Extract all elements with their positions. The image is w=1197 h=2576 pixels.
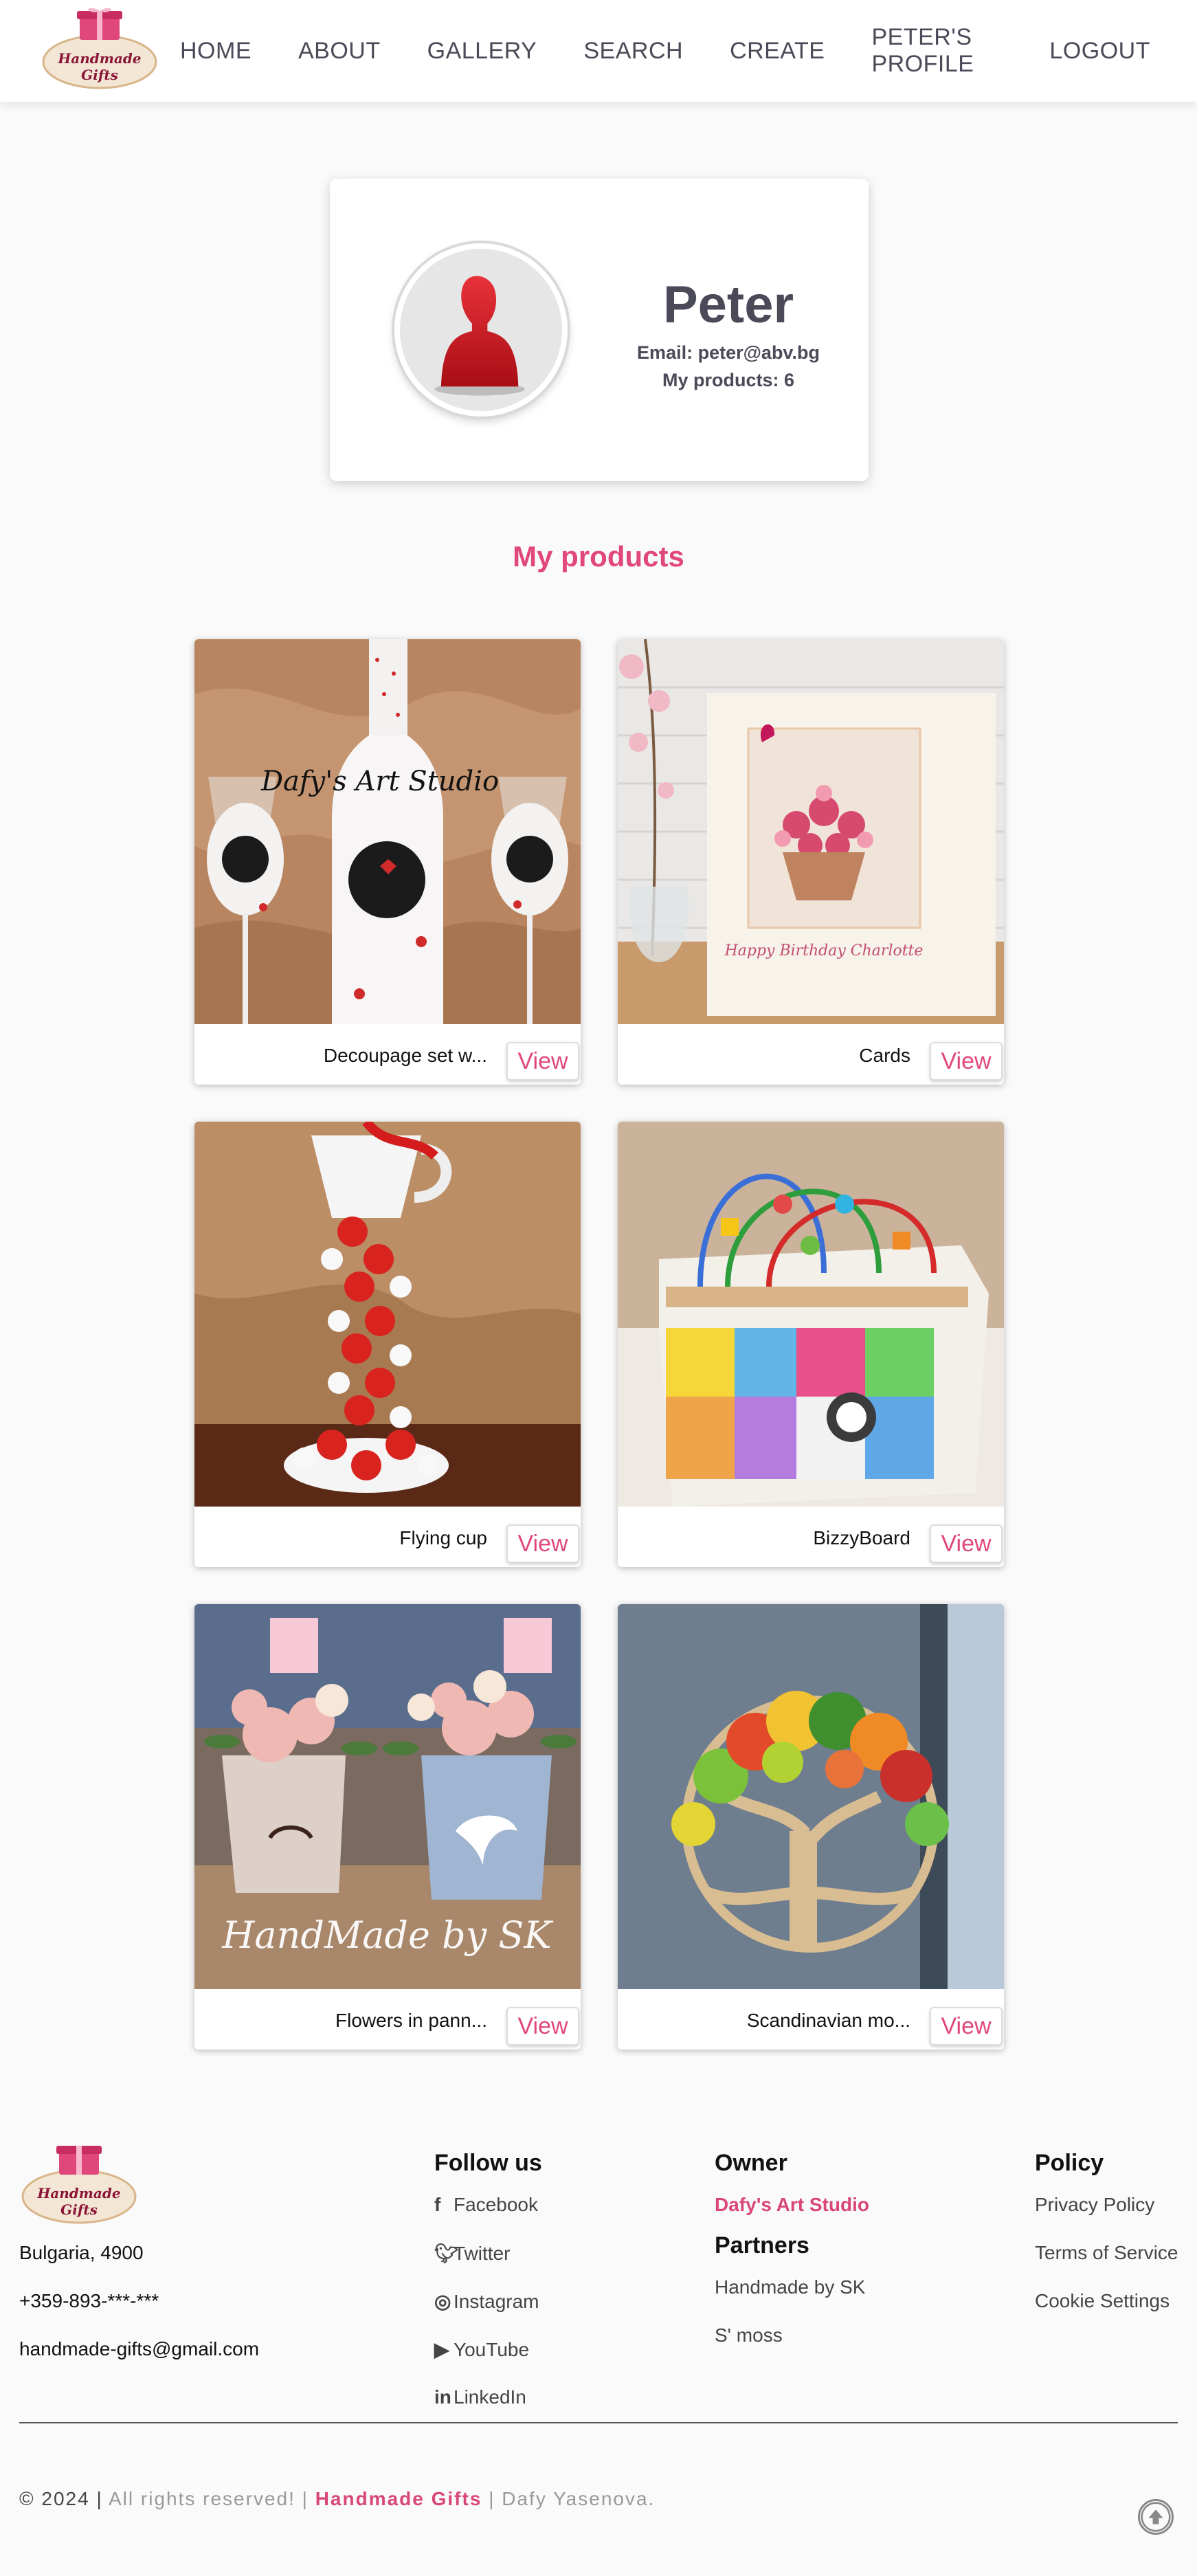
profile-card: Peter Email: peter@abv.bg My products: 6	[330, 179, 869, 481]
cookie-settings-link[interactable]: Cookie Settings	[1035, 2290, 1170, 2312]
nav-logout[interactable]: LOGOUT	[1049, 38, 1150, 65]
owner-heading: Owner	[715, 2150, 787, 2176]
avatar	[394, 243, 568, 417]
view-button[interactable]: View	[930, 2007, 1003, 2045]
product-card: HandMade by SK Flowers in pann... View	[194, 1604, 581, 2050]
svg-text:Gifts: Gifts	[60, 2201, 98, 2218]
svg-text:Happy Birthday Charlotte: Happy Birthday Charlotte	[724, 942, 924, 959]
footer-phone: +359-893-***-***	[19, 2290, 159, 2311]
nav-about[interactable]: ABOUT	[298, 38, 381, 65]
section-title: My products	[513, 540, 684, 573]
facebook-link[interactable]: f Facebook	[434, 2194, 538, 2216]
svg-text:Handmade: Handmade	[57, 50, 141, 67]
svg-text:HandMade by SK: HandMade by SK	[221, 1913, 553, 1957]
copyright: © 2024 | All rights reserved! | Handmade…	[19, 2488, 656, 2509]
view-button[interactable]: View	[930, 1524, 1003, 1563]
product-title: Cards	[859, 1045, 910, 1066]
view-button[interactable]: View	[506, 2007, 579, 2045]
partner-link[interactable]: Handmade by SK	[715, 2276, 865, 2298]
facebook-icon: f	[434, 2194, 441, 2215]
nav-gallery[interactable]: GALLERY	[427, 38, 537, 65]
product-card: Dafy's Art Studio Decoupage set w... Vie…	[194, 639, 581, 1085]
nav-home[interactable]: HOME	[180, 38, 251, 65]
instagram-icon: ◎	[434, 2291, 451, 2312]
product-image[interactable]: Dafy's Art Studio	[194, 639, 581, 1024]
view-button[interactable]: View	[506, 1524, 579, 1563]
svg-text:Dafy's Art Studio: Dafy's Art Studio	[260, 766, 499, 797]
product-title: Flying cup	[399, 1527, 487, 1548]
instagram-link[interactable]: ◎ Instagram	[434, 2290, 539, 2313]
product-title: Scandinavian mo...	[746, 2010, 910, 2031]
product-card: BizzyBoard View	[618, 1122, 1004, 1567]
twitter-link[interactable]: 🐦︎Twitter	[434, 2242, 510, 2265]
user-silhouette-icon	[434, 276, 525, 396]
linkedin-link[interactable]: in LinkedIn	[434, 2386, 526, 2408]
view-button[interactable]: View	[930, 1042, 1003, 1080]
product-image[interactable]	[618, 1604, 1004, 1989]
footer-divider	[19, 2422, 1178, 2423]
product-image[interactable]: HandMade by SK	[194, 1604, 581, 1989]
product-image[interactable]	[194, 1122, 581, 1507]
product-card: Flying cup View	[194, 1122, 581, 1567]
product-image[interactable]: Happy Birthday Charlotte	[618, 639, 1004, 1024]
youtube-link[interactable]: ▶ YouTube	[434, 2338, 529, 2361]
footer-email: handmade-gifts@gmail.com	[19, 2338, 260, 2360]
linkedin-icon: in	[434, 2386, 451, 2408]
back-to-top-icon[interactable]	[1138, 2499, 1174, 2535]
partners-heading: Partners	[715, 2232, 809, 2258]
footer-address: Bulgaria, 4900	[19, 2242, 144, 2263]
owner-link[interactable]: Dafy's Art Studio	[715, 2194, 869, 2216]
site-header: Handmade Gifts HOME ABOUT GALLERY SEARCH…	[0, 0, 1197, 102]
twitter-icon: 🐦︎	[434, 2243, 459, 2264]
partner-link[interactable]: S' moss	[715, 2324, 783, 2346]
profile-email: Email: peter@abv.bg	[637, 342, 820, 363]
svg-text:Gifts: Gifts	[81, 67, 118, 83]
nav-create[interactable]: CREATE	[730, 38, 825, 65]
product-image[interactable]	[618, 1122, 1004, 1507]
terms-link[interactable]: Terms of Service	[1035, 2242, 1178, 2264]
product-card: Scandinavian mo... View	[618, 1604, 1004, 2050]
profile-name: Peter	[662, 276, 794, 334]
product-title: BizzyBoard	[813, 1527, 910, 1548]
nav-search[interactable]: SEARCH	[583, 38, 683, 65]
nav-profile[interactable]: PETER'S PROFILE	[871, 24, 1003, 78]
view-button[interactable]: View	[506, 1042, 579, 1080]
handmade-gifts-logo[interactable]: Handmade Gifts	[40, 8, 159, 93]
profile-products-count: My products: 6	[662, 370, 795, 390]
product-card: Happy Birthday Charlotte Cards View	[618, 639, 1004, 1085]
svg-text:Handmade: Handmade	[36, 2185, 120, 2201]
footer-logo[interactable]: Handmade Gifts	[19, 2143, 139, 2228]
main-nav: HOME ABOUT GALLERY SEARCH CREATE PETER'S…	[180, 0, 1197, 102]
follow-us-heading: Follow us	[434, 2150, 542, 2176]
policy-heading: Policy	[1035, 2150, 1104, 2176]
youtube-icon: ▶	[434, 2339, 449, 2360]
product-title: Flowers in pann...	[335, 2010, 487, 2031]
privacy-policy-link[interactable]: Privacy Policy	[1035, 2194, 1154, 2216]
product-title: Decoupage set w...	[323, 1045, 487, 1066]
